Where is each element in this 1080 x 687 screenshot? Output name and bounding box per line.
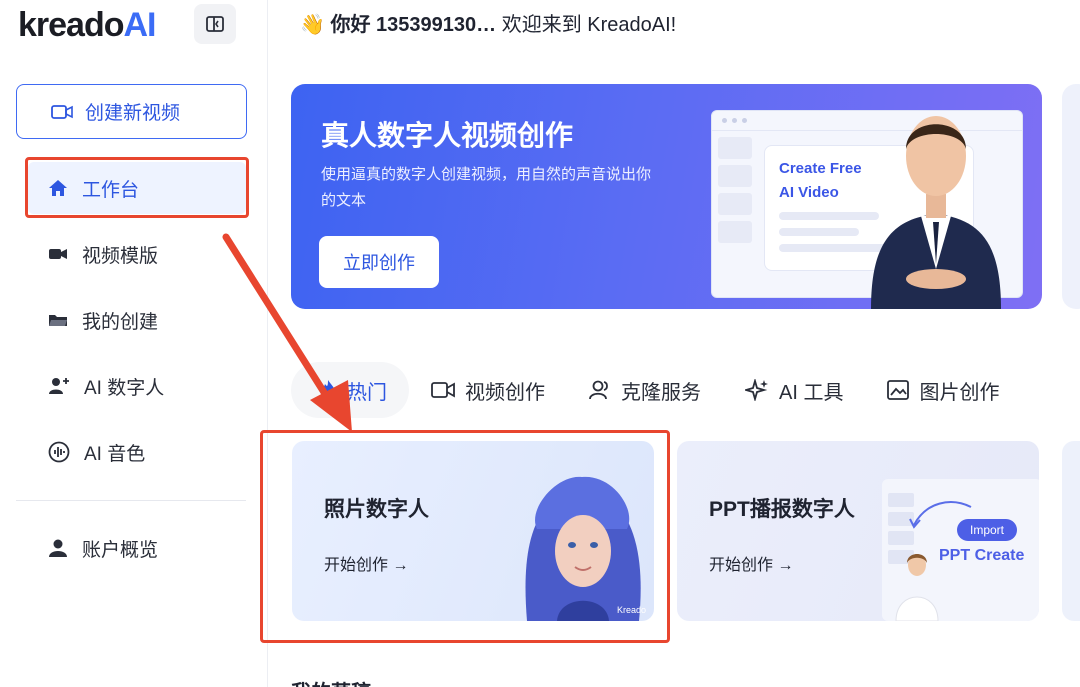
banner-title: 真人数字人视频创作 — [321, 120, 574, 151]
welcome-text: 欢迎来到 KreadoAI! — [501, 14, 677, 36]
sidebar-item-label: 视频模版 — [82, 245, 159, 267]
my-drafts-title: 我的草稿 — [291, 676, 371, 687]
logo-text: kreado — [18, 6, 124, 44]
user-icon — [49, 539, 67, 557]
next-card-preview[interactable] — [1062, 441, 1080, 621]
sidebar-item-label: AI 音色 — [84, 443, 146, 465]
wave-icon: 👋 — [300, 14, 325, 36]
presenter-figure-image — [895, 554, 939, 621]
username: 135399130… — [376, 14, 497, 36]
sidebar-divider — [16, 500, 246, 501]
sidebar-item-my-creations[interactable]: 我的创建 — [28, 294, 246, 346]
user-plus-icon — [49, 378, 69, 394]
create-now-button[interactable]: 立即创作 — [319, 236, 439, 288]
clone-icon — [589, 380, 608, 400]
video-camera-icon — [49, 249, 67, 259]
card-title: PPT播报数字人 — [709, 498, 855, 521]
import-badge: Import — [957, 519, 1017, 541]
start-creating-link[interactable]: 开始创作 → — [709, 551, 793, 575]
sparkle-icon — [745, 379, 768, 401]
app-root: kreadoAI 创建新视频 工作台 视频模版 我的创建 AI 数字人 AI 音… — [0, 0, 1080, 687]
sidebar-item-video-templates[interactable]: 视频模版 — [28, 228, 246, 280]
mockup-title-2: AI Video — [779, 184, 839, 201]
audio-wave-icon — [48, 441, 70, 463]
hero-banner: 真人数字人视频创作 使用逼真的数字人创建视频，用自然的声音说出你的文本 立即创作… — [291, 84, 1042, 309]
ppt-avatar-card[interactable]: PPT播报数字人 开始创作 → Import PPT Create — [677, 441, 1039, 621]
ppt-create-caption: PPT Create — [939, 547, 1025, 564]
logo[interactable]: kreadoAI — [18, 6, 157, 45]
tab-video-creation[interactable]: 视频创作 — [409, 362, 567, 418]
sidebar-item-label: AI 数字人 — [84, 377, 165, 399]
tab-image-creation[interactable]: 图片创作 — [865, 362, 1021, 418]
logo-ai: AI — [123, 6, 157, 44]
greeting-prefix: 你好 — [330, 14, 371, 36]
ppt-mockup: Import PPT Create — [882, 479, 1039, 621]
sidebar-item-ai-voice[interactable]: AI 音色 — [28, 426, 246, 478]
highlight-box-photo-avatar — [260, 430, 670, 643]
tab-hot[interactable]: 热门 — [291, 362, 409, 418]
tab-label: 图片创作 — [919, 381, 1000, 404]
sidebar-item-ai-avatar[interactable]: AI 数字人 — [28, 360, 246, 412]
collapse-sidebar-button[interactable] — [194, 4, 236, 44]
tab-label: AI 工具 — [779, 381, 844, 404]
next-banner-preview[interactable] — [1062, 84, 1080, 309]
tab-ai-tools[interactable]: AI 工具 — [723, 362, 865, 418]
tab-label: 热门 — [347, 381, 387, 404]
create-new-video-button[interactable]: 创建新视频 — [16, 84, 247, 139]
category-tabs: 热门 视频创作 克隆服务 AI 工具 图片创作 — [291, 362, 1021, 418]
presenter-avatar-image — [871, 116, 1001, 309]
image-icon — [887, 380, 910, 400]
sidebar-item-label: 我的创建 — [82, 311, 159, 333]
tab-label: 视频创作 — [465, 381, 545, 404]
mockup-title-1: Create Free — [779, 160, 862, 177]
video-camera-icon — [51, 104, 73, 119]
banner-description: 使用逼真的数字人创建视频，用自然的声音说出你的文本 — [321, 166, 652, 209]
sidebar-item-label: 账户概览 — [82, 539, 159, 561]
tab-label: 克隆服务 — [621, 381, 701, 404]
video-icon — [431, 382, 455, 398]
create-new-video-label: 创建新视频 — [85, 103, 181, 124]
fire-icon — [321, 380, 335, 400]
sidebar-item-account[interactable]: 账户概览 — [28, 522, 246, 574]
highlight-box-workspace — [25, 157, 249, 218]
folder-icon — [49, 315, 67, 326]
tab-clone-service[interactable]: 克隆服务 — [567, 362, 723, 418]
sidebar: kreadoAI 创建新视频 工作台 视频模版 我的创建 AI 数字人 AI 音… — [0, 0, 268, 687]
sidebar-toggle-icon — [206, 16, 224, 32]
greeting: 👋 你好 135399130… 欢迎来到 KreadoAI! — [300, 8, 676, 37]
